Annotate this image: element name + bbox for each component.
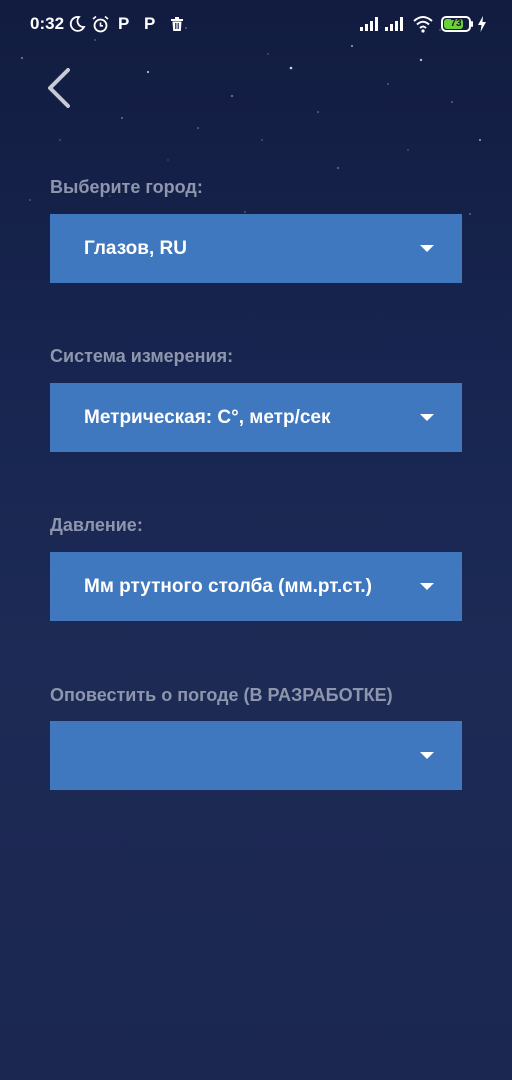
notify-label: Оповестить о погоде (В РАЗРАБОТКЕ): [50, 685, 393, 705]
units-select-value: Метрическая: C°, метр/сек: [84, 406, 331, 428]
pressure-select-value: Мм ртутного столба (мм.рт.ст.): [84, 575, 372, 597]
status-time: 0:32: [30, 14, 65, 33]
dropdown-arrow-icon: [420, 752, 434, 759]
p-icon-label: P: [118, 14, 130, 33]
city-label: Выберите город:: [50, 177, 203, 197]
city-select-value: Глазов, RU: [84, 237, 187, 259]
pressure-select[interactable]: Мм ртутного столба (мм.рт.ст.): [50, 552, 462, 621]
signal-icon: [359, 13, 381, 35]
p-icon-label: P: [144, 14, 156, 33]
battery-tip: [471, 21, 473, 27]
units-select[interactable]: Метрическая: C°, метр/сек: [50, 383, 462, 452]
p-icon: P: [144, 13, 155, 35]
charging-icon: [477, 13, 487, 35]
battery-icon: 73: [441, 16, 471, 32]
battery-level: 73: [450, 18, 462, 29]
pressure-label: Давление:: [50, 515, 143, 535]
back-button[interactable]: [36, 62, 80, 114]
alarm-icon: [91, 13, 110, 35]
settings-screen: 0:32 P P 73 Выберите город: Глазов, RU С…: [0, 0, 512, 1080]
units-label: Система измерения:: [50, 346, 234, 366]
notify-select[interactable]: [50, 721, 462, 790]
dropdown-arrow-icon: [420, 414, 434, 421]
p-icon: P: [118, 13, 129, 35]
signal-icon: [384, 13, 406, 35]
wifi-icon: [412, 13, 434, 35]
city-select[interactable]: Глазов, RU: [50, 214, 462, 283]
trash-icon: [168, 13, 186, 35]
status-bar: 0:32 P P 73: [0, 0, 512, 48]
moon-icon: [68, 13, 86, 35]
chevron-left-icon: [48, 68, 70, 108]
dropdown-arrow-icon: [420, 245, 434, 252]
dropdown-arrow-icon: [420, 583, 434, 590]
